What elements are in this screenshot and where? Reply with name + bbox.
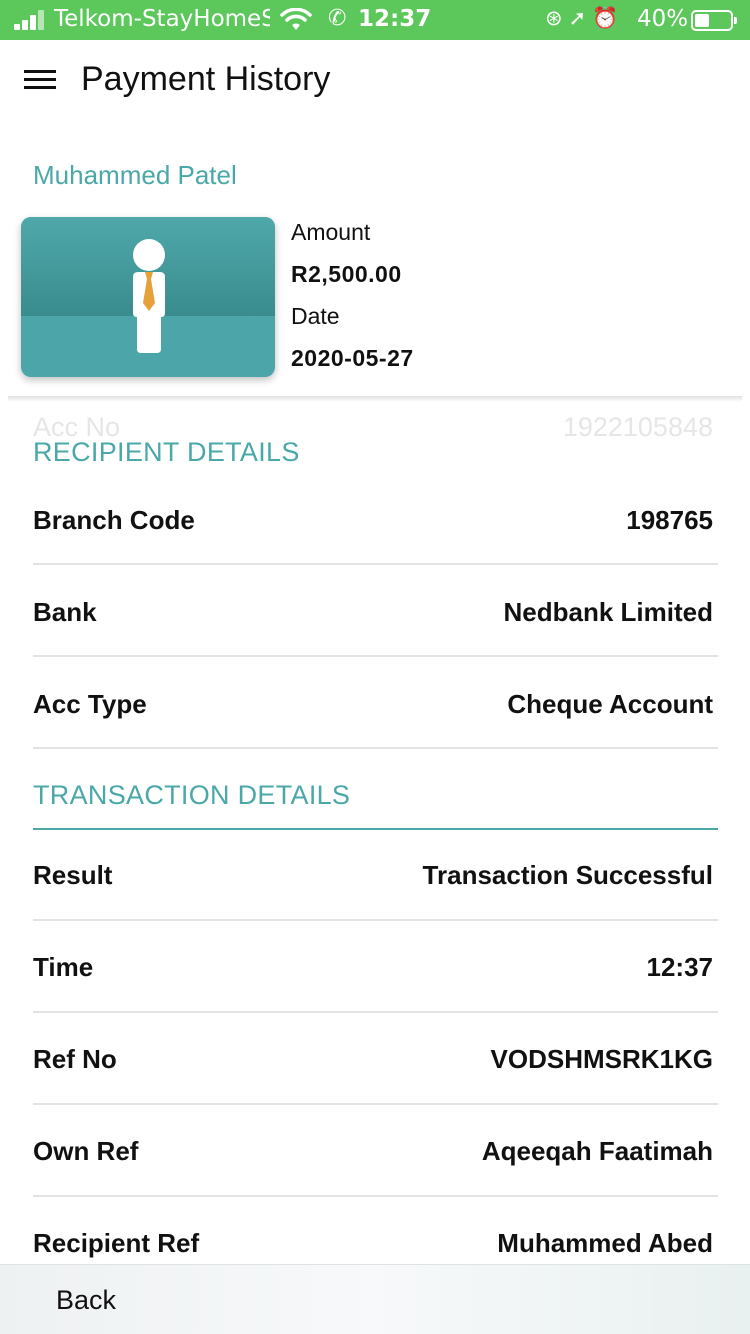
row-label: Time [33, 952, 94, 982]
row-value: Cheque Account [507, 689, 713, 719]
row-value: 12:37 [646, 952, 714, 982]
recipient-details-heading: RECIPIENT DETAILS [33, 437, 300, 467]
faded-row-value: 1922105848 [562, 412, 713, 442]
date-label: Date [291, 303, 340, 329]
row-value: Nedbank Limited [503, 597, 713, 627]
detail-row-acc-type: Acc Type Cheque Account [33, 657, 718, 749]
row-label: Ref No [33, 1044, 117, 1074]
row-label: Recipient Ref [33, 1228, 200, 1258]
row-value: Muhammed Abed [497, 1228, 713, 1258]
bottom-action-bar: Back [0, 1264, 750, 1334]
detail-row-own-ref: Own Ref Aqeeqah Faatimah [33, 1105, 718, 1197]
header-divider [8, 396, 742, 402]
amount-value: R2,500.00 [291, 261, 402, 287]
battery-level [695, 14, 709, 27]
detail-row-bank: Bank Nedbank Limited [33, 565, 718, 657]
detail-row-time: Time 12:37 [33, 921, 718, 1013]
row-value: Transaction Successful [422, 860, 713, 890]
hamburger-menu-icon[interactable] [24, 70, 56, 92]
app-header: Payment History [0, 40, 750, 122]
payee-name: Muhammed Patel [33, 160, 237, 190]
row-value: VODSHMSRK1KG [490, 1044, 713, 1074]
amount-label: Amount [291, 219, 371, 245]
row-value: 198765 [626, 505, 713, 535]
battery-percent: 40% [637, 6, 689, 32]
wifi-icon [280, 8, 312, 30]
payee-avatar-card [21, 217, 275, 377]
person-avatar-icon [133, 239, 165, 353]
page-title: Payment History [81, 60, 331, 98]
row-label: Own Ref [33, 1136, 139, 1166]
row-label: Result [33, 860, 113, 890]
battery-icon [691, 10, 737, 31]
row-value: Aqeeqah Faatimah [481, 1136, 713, 1166]
detail-row-branch-code: Branch Code 198765 [33, 473, 718, 565]
status-bar: Telkom-StayHomeS ✆ 12:37 ⊛➚⏰ 40% [0, 0, 750, 40]
back-button[interactable]: Back [56, 1285, 116, 1316]
row-label: Acc Type [33, 689, 147, 719]
transaction-details-heading: TRANSACTION DETAILS [33, 780, 351, 810]
row-label: Bank [33, 597, 97, 627]
date-value: 2020-05-27 [291, 345, 414, 371]
carrier-name: Telkom-StayHomeS [54, 6, 270, 32]
signal-strength-icon [14, 10, 48, 30]
row-label: Branch Code [33, 505, 195, 535]
status-indicator-icons: ⊛➚⏰ [545, 6, 625, 30]
phone-call-icon: ✆ [328, 6, 347, 31]
status-time: 12:37 [358, 6, 432, 32]
detail-row-result: Result Transaction Successful [33, 829, 718, 921]
detail-row-ref-no: Ref No VODSHMSRK1KG [33, 1013, 718, 1105]
